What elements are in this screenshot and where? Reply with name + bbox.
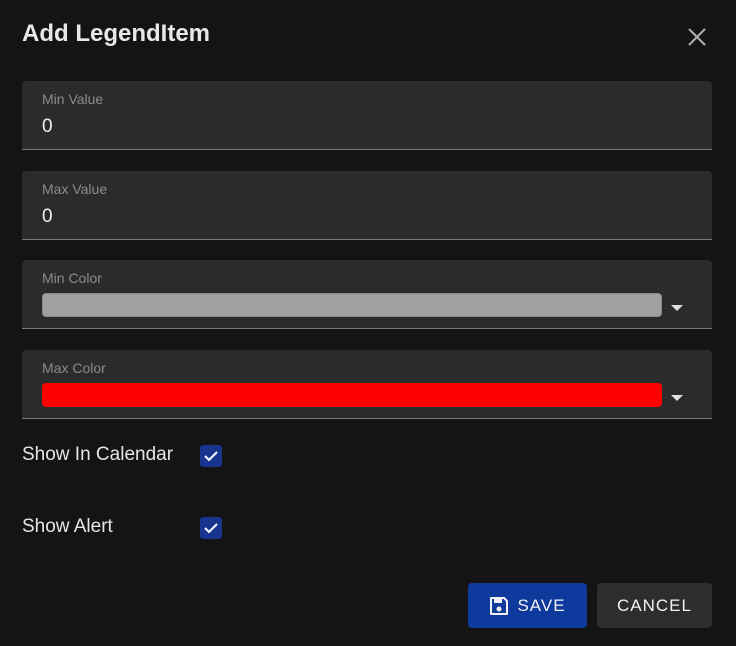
check-icon xyxy=(204,451,218,462)
max-value-field[interactable]: Max Value 0 xyxy=(22,171,712,240)
cancel-button[interactable]: CANCEL xyxy=(597,583,712,628)
cancel-label: CANCEL xyxy=(617,595,692,615)
show-in-calendar-row: Show In Calendar xyxy=(22,441,242,471)
show-in-calendar-checkbox[interactable] xyxy=(200,445,222,467)
min-value-input[interactable]: 0 xyxy=(42,116,53,138)
max-color-swatch[interactable] xyxy=(42,383,662,407)
show-alert-label: Show Alert xyxy=(22,516,113,537)
save-button[interactable]: SAVE xyxy=(468,583,587,628)
max-value-input[interactable]: 0 xyxy=(42,206,53,228)
save-icon xyxy=(489,596,509,616)
chevron-down-icon[interactable] xyxy=(670,300,684,311)
min-color-field[interactable]: Min Color xyxy=(22,260,712,329)
add-legend-item-dialog: Add LegendItem Min Value 0 Max Value 0 M… xyxy=(0,0,736,646)
min-value-field[interactable]: Min Value 0 xyxy=(22,81,712,150)
min-color-label: Min Color xyxy=(42,270,102,286)
dialog-title: Add LegendItem xyxy=(22,20,211,47)
max-color-label: Max Color xyxy=(42,360,106,376)
chevron-down-icon[interactable] xyxy=(670,390,684,401)
check-icon xyxy=(204,523,218,534)
save-label: SAVE xyxy=(517,595,566,615)
min-color-swatch[interactable] xyxy=(42,293,662,317)
max-value-label: Max Value xyxy=(42,181,108,197)
min-value-label: Min Value xyxy=(42,91,104,107)
show-alert-row: Show Alert xyxy=(22,513,242,543)
max-color-field[interactable]: Max Color xyxy=(22,350,712,419)
close-icon[interactable] xyxy=(684,24,710,50)
show-in-calendar-label: Show In Calendar xyxy=(22,444,174,465)
show-alert-checkbox[interactable] xyxy=(200,517,222,539)
